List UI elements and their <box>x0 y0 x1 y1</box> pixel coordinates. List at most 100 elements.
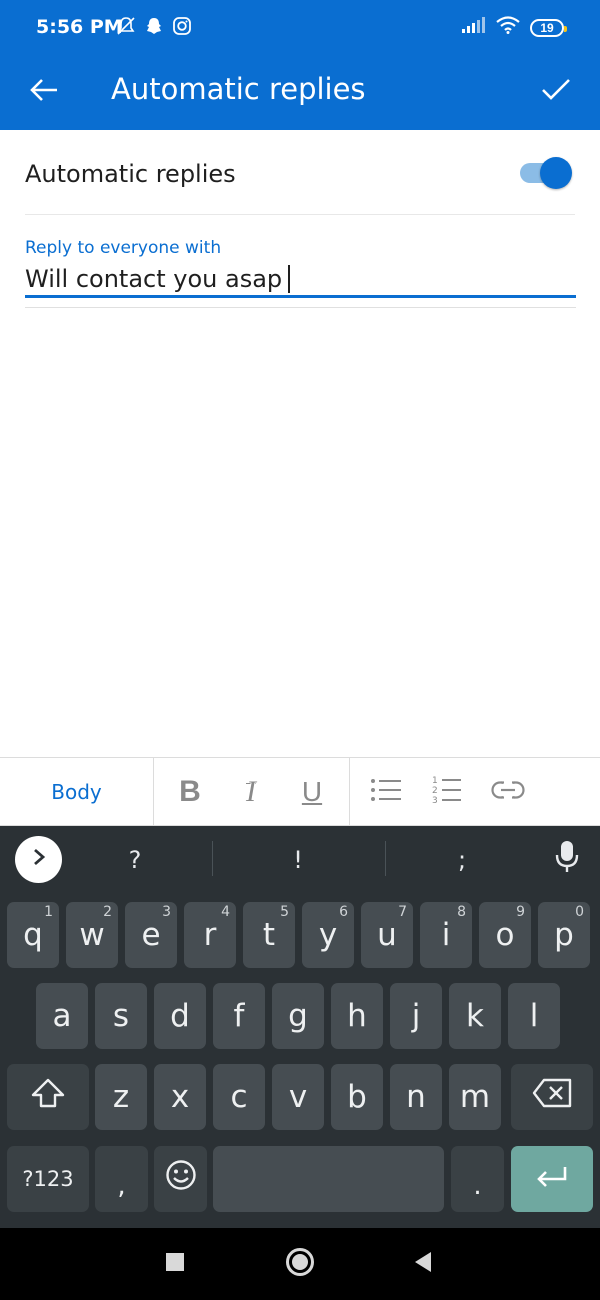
back-nav-button[interactable] <box>405 1246 441 1282</box>
back-button[interactable] <box>20 68 68 116</box>
key-label: w <box>79 917 105 953</box>
suggestion-divider <box>385 841 386 876</box>
key-hint: 0 <box>575 904 584 920</box>
key-hint: 9 <box>516 904 525 920</box>
key-t[interactable]: t5 <box>243 902 295 968</box>
key-label: m <box>459 1079 491 1115</box>
key-hint: 7 <box>398 904 407 920</box>
key-v[interactable]: v <box>272 1064 324 1130</box>
key-label: i <box>441 917 451 953</box>
space-key[interactable] <box>213 1146 444 1212</box>
italic-button[interactable]: I <box>228 770 274 814</box>
symbols-key-label: ?123 <box>22 1167 74 1191</box>
automatic-replies-toggle[interactable] <box>520 157 572 189</box>
comma-key[interactable]: , <box>95 1146 148 1212</box>
key-label: z <box>112 1079 130 1115</box>
key-m[interactable]: m <box>449 1064 501 1130</box>
svg-text:3: 3 <box>432 796 438 806</box>
key-r[interactable]: r4 <box>184 902 236 968</box>
key-hint: 8 <box>457 904 466 920</box>
key-label: j <box>411 998 421 1034</box>
key-hint: 6 <box>339 904 348 920</box>
period-key[interactable]: . <box>451 1146 504 1212</box>
key-label: b <box>347 1079 367 1115</box>
key-label: t <box>262 917 276 953</box>
key-label: h <box>347 998 367 1034</box>
text-style-button[interactable]: Body <box>0 758 154 826</box>
key-label: e <box>141 917 161 953</box>
divider <box>25 214 575 215</box>
period-key-label: . <box>473 1171 482 1201</box>
key-label: k <box>466 998 484 1034</box>
key-hint: 1 <box>44 904 53 920</box>
text-style-label: Body <box>51 780 102 804</box>
key-k[interactable]: k <box>449 983 501 1049</box>
key-q[interactable]: q1 <box>7 902 59 968</box>
key-d[interactable]: d <box>154 983 206 1049</box>
key-o[interactable]: o9 <box>479 902 531 968</box>
underline-button[interactable]: U <box>289 770 335 814</box>
backspace-key[interactable] <box>511 1064 593 1130</box>
key-g[interactable]: g <box>272 983 324 1049</box>
key-label: q <box>23 917 43 953</box>
reply-message-input[interactable]: Will contact you asap <box>25 262 576 298</box>
suggestion-strip: ? ! ; <box>0 826 600 892</box>
page-title: Automatic replies <box>111 72 366 106</box>
voice-input-button[interactable] <box>552 840 582 877</box>
key-z[interactable]: z <box>95 1064 147 1130</box>
bold-icon: B <box>179 775 201 808</box>
key-f[interactable]: f <box>213 983 265 1049</box>
italic-icon: I <box>246 775 256 808</box>
key-l[interactable]: l <box>508 983 560 1049</box>
status-bar: 5:56 PM 19 <box>0 0 600 56</box>
symbols-key[interactable]: ?123 <box>7 1146 89 1212</box>
toggle-thumb <box>540 157 572 189</box>
automatic-replies-label: Automatic replies <box>25 160 236 188</box>
key-w[interactable]: w2 <box>66 902 118 968</box>
expand-toolbar-button[interactable] <box>15 836 62 883</box>
key-n[interactable]: n <box>390 1064 442 1130</box>
text-cursor <box>288 264 291 293</box>
suggestion-1[interactable]: ? <box>105 846 165 874</box>
key-hint: 5 <box>280 904 289 920</box>
key-p[interactable]: p0 <box>538 902 590 968</box>
enter-key[interactable] <box>511 1146 593 1212</box>
key-label: s <box>112 998 130 1034</box>
key-s[interactable]: s <box>95 983 147 1049</box>
bullet-list-button[interactable] <box>363 770 409 814</box>
reply-field-label: Reply to everyone with <box>25 238 222 258</box>
numbered-list-icon: 123 <box>432 774 462 811</box>
arrow-left-icon <box>29 77 59 108</box>
notification-icons <box>116 16 192 41</box>
key-b[interactable]: b <box>331 1064 383 1130</box>
key-c[interactable]: c <box>213 1064 265 1130</box>
key-i[interactable]: i8 <box>420 902 472 968</box>
key-x[interactable]: x <box>154 1064 206 1130</box>
underline-icon: U <box>301 776 323 807</box>
smiley-icon <box>165 1159 197 1199</box>
key-label: u <box>377 917 397 953</box>
emoji-key[interactable] <box>154 1146 207 1212</box>
numbered-list-button[interactable]: 123 <box>424 770 470 814</box>
key-e[interactable]: e3 <box>125 902 177 968</box>
link-icon <box>491 780 525 804</box>
suggestion-3[interactable]: ; <box>432 846 492 874</box>
key-j[interactable]: j <box>390 983 442 1049</box>
recents-button[interactable] <box>157 1246 193 1282</box>
bold-button[interactable]: B <box>167 770 213 814</box>
app-bar: Automatic replies <box>0 56 600 130</box>
key-hint: 4 <box>221 904 230 920</box>
square-icon <box>165 1252 185 1277</box>
key-u[interactable]: u7 <box>361 902 413 968</box>
suggestion-2[interactable]: ! <box>268 846 328 874</box>
key-y[interactable]: y6 <box>302 902 354 968</box>
key-label: n <box>406 1079 426 1115</box>
home-button[interactable] <box>282 1246 318 1282</box>
key-a[interactable]: a <box>36 983 88 1049</box>
key-h[interactable]: h <box>331 983 383 1049</box>
shift-key[interactable] <box>7 1064 89 1130</box>
save-button[interactable] <box>530 66 582 118</box>
link-button[interactable] <box>485 770 531 814</box>
key-label: r <box>203 917 217 953</box>
system-status-icons: 19 <box>462 16 567 39</box>
